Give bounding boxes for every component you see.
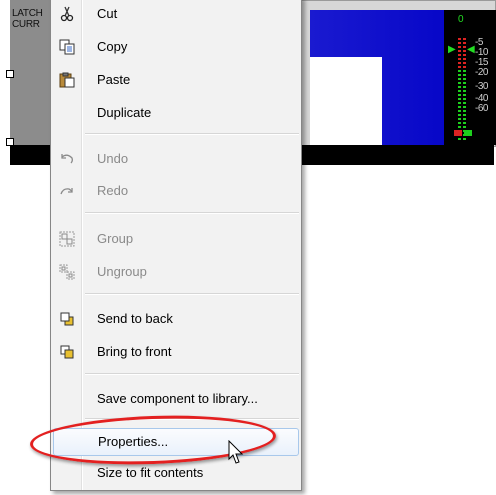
meter-clip-right xyxy=(464,130,472,136)
menu-item-label: Duplicate xyxy=(97,105,152,120)
menu-item-send-to-back[interactable]: Send to back xyxy=(53,305,299,333)
menu-item-duplicate[interactable]: Duplicate xyxy=(53,99,299,127)
menu-item-label: Ungroup xyxy=(97,264,147,279)
resize-handle-bottom-left[interactable] xyxy=(6,138,14,146)
meter-arrow-right-icon: ◀ xyxy=(467,44,475,55)
menu-separator xyxy=(85,293,299,295)
menu-separator xyxy=(85,133,299,135)
meter-tick: -20 xyxy=(475,67,488,78)
meter-tick: -60 xyxy=(475,103,488,114)
menu-item-label: Copy xyxy=(97,39,128,54)
copy-icon xyxy=(59,39,75,55)
menu-item-bring-to-front[interactable]: Bring to front xyxy=(53,338,299,366)
paste-icon xyxy=(59,72,75,88)
menu-item-save-component-to-library[interactable]: Save component to library... xyxy=(53,385,299,413)
scissors-icon xyxy=(59,6,75,22)
menu-item-label: Redo xyxy=(97,183,129,198)
meter-clip-left xyxy=(454,130,462,136)
undo-icon xyxy=(59,151,75,167)
meter-zero-label: 0 xyxy=(458,14,464,25)
menu-item-copy[interactable]: Copy xyxy=(53,33,299,61)
menu-item-label: Group xyxy=(97,231,134,246)
menu-item-cut[interactable]: Cut xyxy=(53,0,299,28)
menu-separator xyxy=(85,373,299,375)
bottom-left-corner xyxy=(10,145,32,165)
white-panel xyxy=(310,57,382,145)
redo-icon xyxy=(59,183,75,199)
menu-item-label: Bring to front xyxy=(97,344,172,359)
component-label-line-1: LATCH xyxy=(12,8,43,19)
menu-item-paste[interactable]: Paste xyxy=(53,66,299,94)
menu-item-label: Cut xyxy=(97,6,118,21)
menu-item-size-to-fit-contents[interactable]: Size to fit contents xyxy=(53,459,299,487)
meter-arrow-left-icon: ▶ xyxy=(448,44,456,55)
menu-item-ungroup[interactable]: Ungroup xyxy=(53,258,299,286)
menu-item-undo[interactable]: Undo xyxy=(53,145,299,173)
menu-item-label: Paste xyxy=(97,72,131,87)
bottom-right-corner xyxy=(472,145,494,165)
send-to-back-icon xyxy=(59,311,75,327)
meter-tick: -30 xyxy=(475,81,488,92)
bring-to-front-icon xyxy=(59,344,75,360)
menu-item-label: Save component to library... xyxy=(97,391,258,406)
menu-item-label: Send to back xyxy=(97,311,173,326)
meter-peak-right xyxy=(463,38,466,70)
ungroup-icon xyxy=(59,264,75,280)
menu-separator xyxy=(85,212,299,214)
menu-item-label: Size to fit contents xyxy=(97,465,204,480)
group-icon xyxy=(59,231,75,247)
menu-item-label: Undo xyxy=(97,151,129,166)
meter-peak-left xyxy=(458,38,461,70)
level-meter: 0 ▶ ◀ -5 -10 -15 -20 -30 -40 -60 xyxy=(444,10,496,145)
resize-handle-left[interactable] xyxy=(6,70,14,78)
component-label-line-2: CURR xyxy=(12,19,40,30)
mouse-pointer-icon xyxy=(228,440,244,464)
menu-item-group[interactable]: Group xyxy=(53,225,299,253)
menu-item-redo[interactable]: Redo xyxy=(53,177,299,205)
